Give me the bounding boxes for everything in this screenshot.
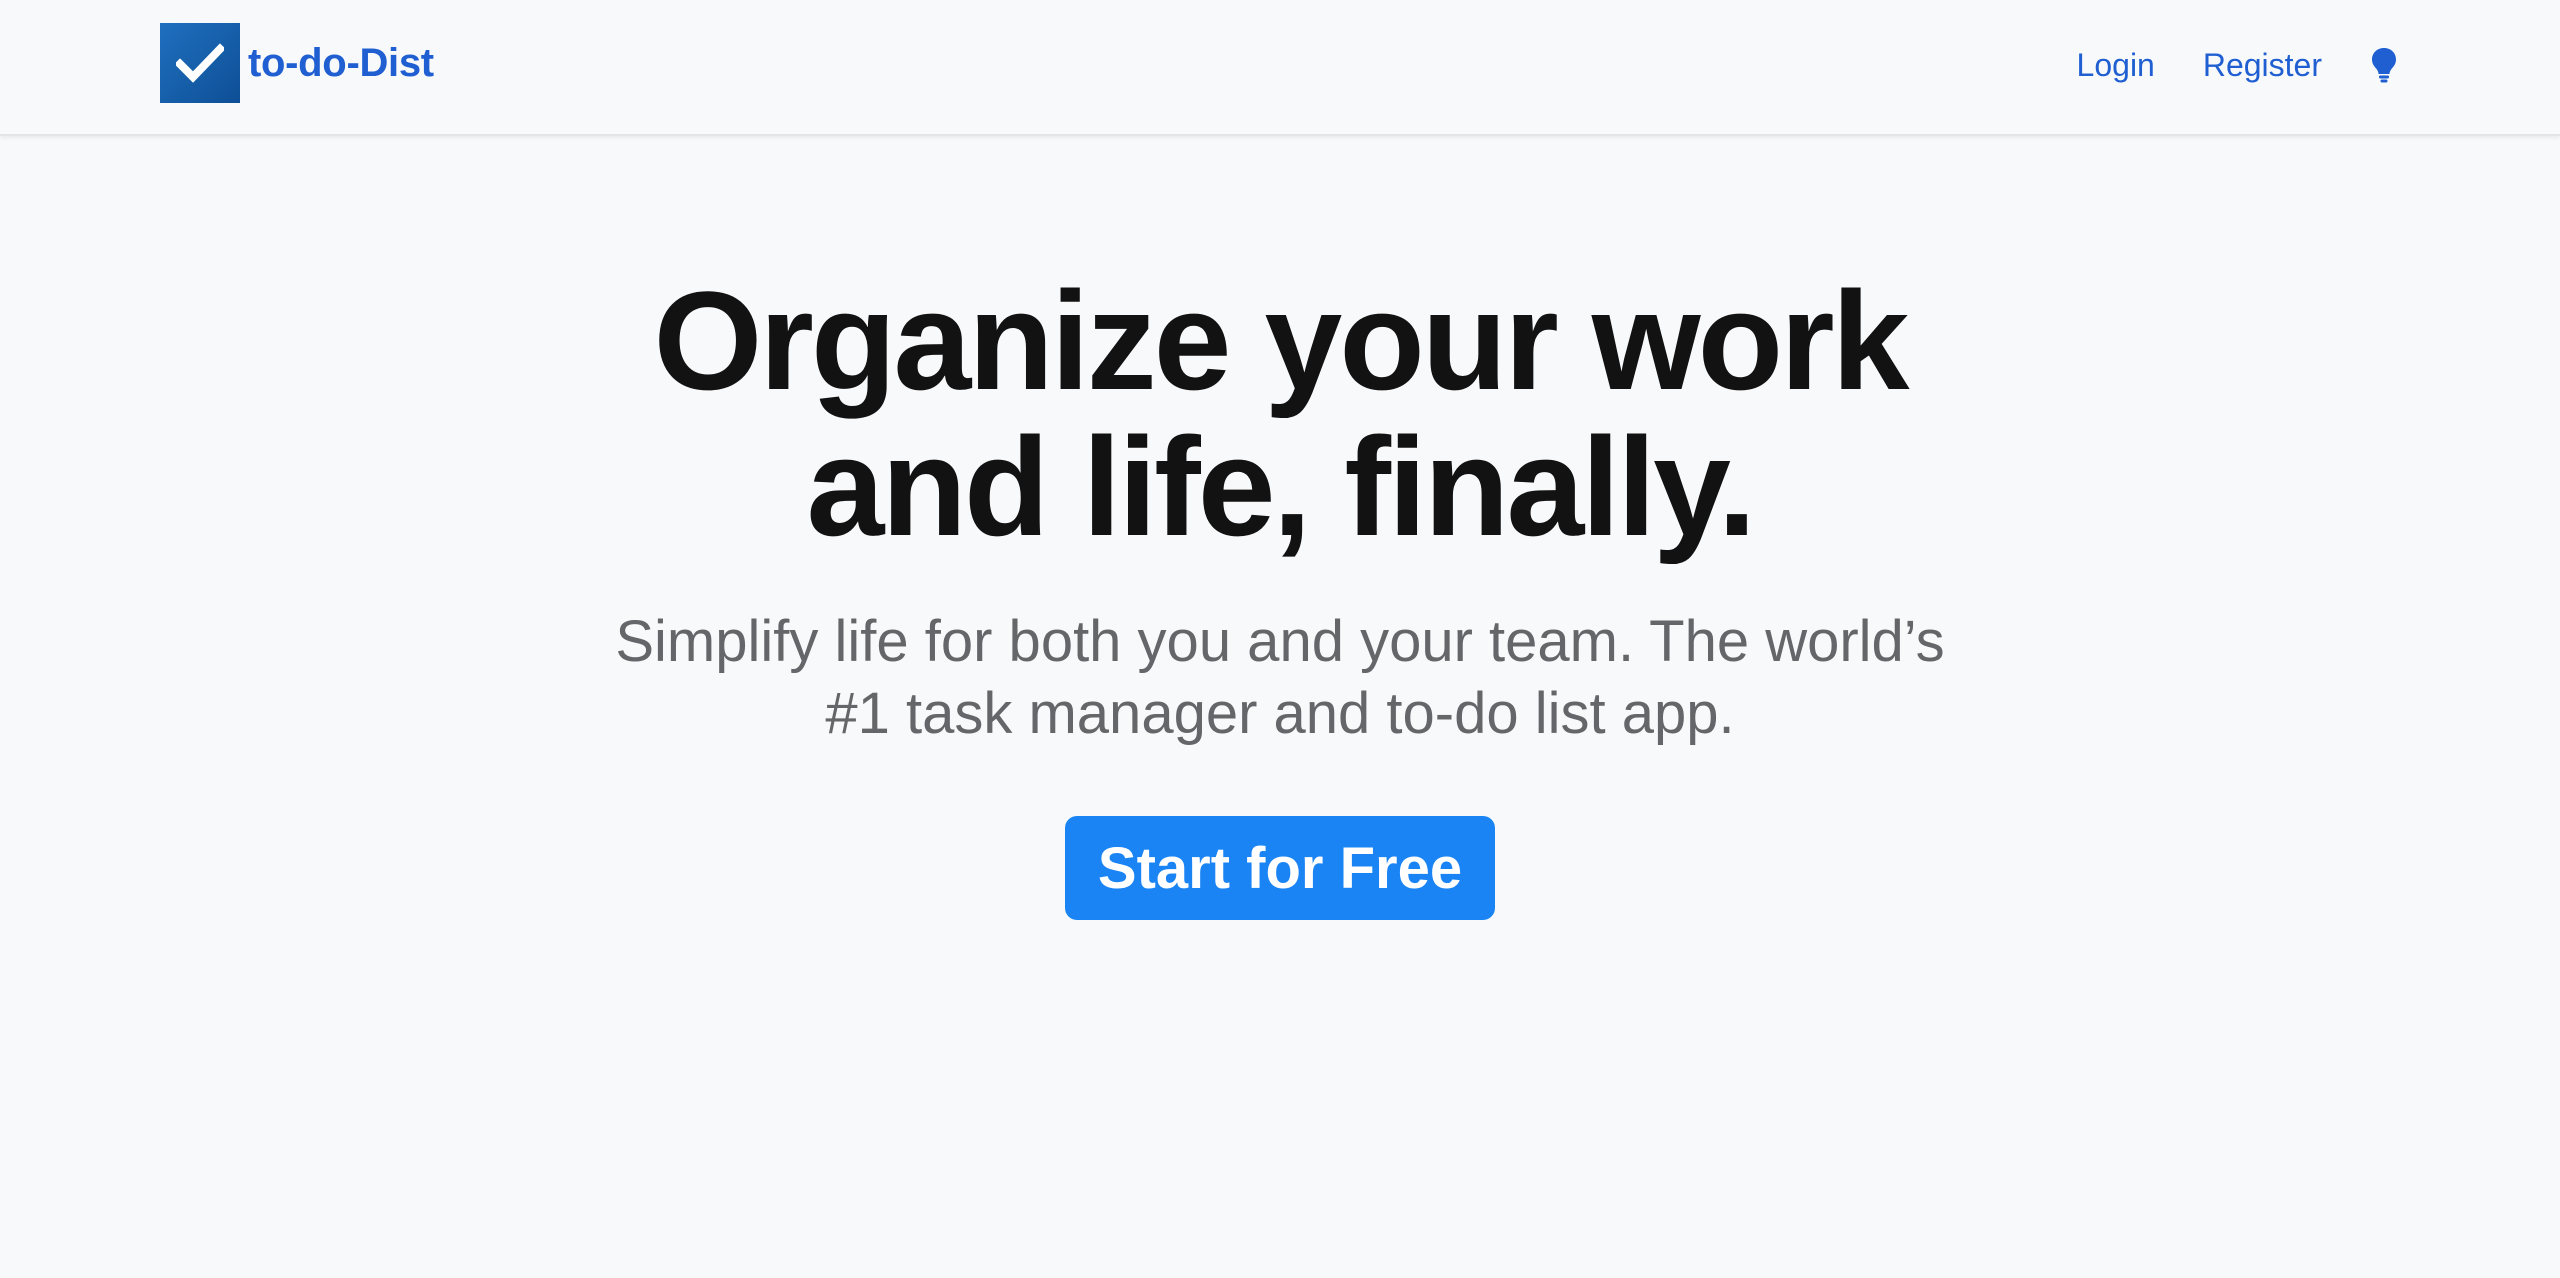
lightbulb-icon[interactable] xyxy=(2366,45,2402,85)
register-link[interactable]: Register xyxy=(2203,47,2322,84)
hero-title-line2: and life, finally. xyxy=(806,408,1757,565)
navbar: to-do-Dist Login Register xyxy=(0,0,2560,136)
hero-subtitle: Simplify life for both you and your team… xyxy=(0,606,2560,750)
brand-name: to-do-Dist xyxy=(248,40,434,85)
hero-title: Organize your work and life, finally. xyxy=(0,268,2560,560)
nav-links: Login Register xyxy=(2029,0,2402,130)
start-for-free-button[interactable]: Start for Free xyxy=(1065,816,1495,920)
brand-link[interactable]: to-do-Dist xyxy=(160,23,434,103)
checkmark-icon xyxy=(160,23,240,103)
hero-subtitle-line1: Simplify life for both you and your team… xyxy=(615,609,1945,674)
hero-subtitle-line2: #1 task manager and to-do list app. xyxy=(825,681,1735,746)
login-link[interactable]: Login xyxy=(2077,47,2155,84)
hero-title-line1: Organize your work xyxy=(653,262,1910,419)
